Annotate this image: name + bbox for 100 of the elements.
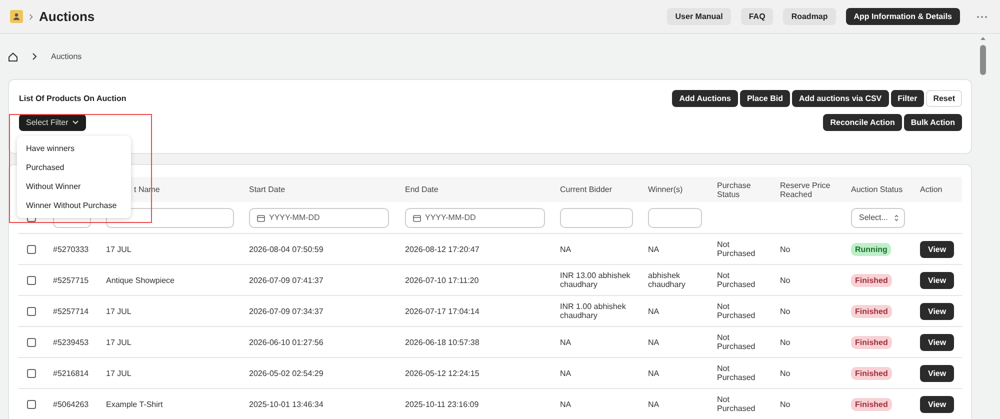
action-button[interactable]: Reset — [926, 90, 962, 107]
view-button[interactable]: View — [920, 334, 954, 350]
action-button[interactable]: Filter — [890, 90, 924, 107]
table-cell-text: Not Purchased — [717, 333, 756, 351]
column-header: Auction Status — [851, 185, 904, 194]
action-button[interactable]: Add auctions via CSV — [792, 90, 889, 107]
table-cell-text: INR 1.00 abhishek chaudhary — [560, 302, 627, 320]
row-checkbox[interactable] — [27, 400, 36, 408]
table-cell-text: NA — [648, 306, 660, 316]
table-cell-text: NA — [648, 338, 660, 346]
table-cell-text: Antique Showpiece — [106, 276, 176, 284]
table-cell-text: #5216814 — [53, 368, 90, 378]
status-badge: Running — [851, 242, 892, 256]
action-button[interactable]: Add Auctions — [672, 90, 738, 107]
table-cell-text: Not Purchased — [717, 364, 756, 382]
menu-item[interactable]: Without Winner — [17, 177, 131, 196]
table-cell-text: 2026-07-09 07:34:37 — [249, 306, 324, 316]
winner-filter-field[interactable] — [648, 208, 702, 228]
select-filter-button[interactable]: Select Filter — [19, 114, 86, 131]
table-cell-text: 17 JUL — [106, 306, 132, 316]
table-cell-text: 2026-05-12 12:24:15 — [405, 368, 480, 378]
table-cell-text: 2026-06-10 01:27:56 — [249, 338, 324, 346]
table-cell-text: 2026-06-18 10:57:38 — [405, 338, 480, 346]
view-button[interactable]: View — [920, 396, 954, 412]
table-cell-text: NA — [560, 244, 572, 254]
column-header: Current Bidder — [560, 185, 614, 194]
table-cell-text: #5239453 — [53, 338, 90, 346]
table-cell-text: abhishek chaudhary — [648, 271, 686, 289]
table-cell-text: NA — [560, 400, 572, 408]
row-checkbox[interactable] — [27, 306, 36, 316]
view-button[interactable]: View — [920, 272, 954, 288]
table-cell-text: #5257715 — [53, 276, 90, 284]
table-cell-text: No — [780, 338, 792, 346]
table-cell-text: 2025-10-11 23:16:09 — [405, 400, 480, 408]
row-checkbox[interactable] — [27, 338, 36, 346]
table-cell-text: INR 13.00 abhishek chaudhary — [560, 271, 632, 289]
status-badge: Finished — [851, 304, 892, 318]
table-cell-text: 17 JUL — [106, 368, 132, 378]
action-button[interactable]: Reconcile Action — [823, 114, 902, 131]
table-cell-text: No — [780, 400, 792, 408]
table-cell-text: Example T-Shirt — [106, 400, 164, 408]
status-select[interactable]: Select... — [851, 208, 905, 228]
table-cell-text: No — [780, 276, 792, 284]
table-cell-text: NA — [560, 338, 572, 346]
view-button[interactable]: View — [920, 364, 954, 382]
view-button[interactable]: View — [920, 302, 954, 320]
home-icon[interactable] — [8, 52, 18, 62]
table-cell-text: 2026-08-04 07:50:59 — [249, 244, 324, 254]
date-filter-field[interactable]: YYYY-MM-DD — [405, 208, 545, 228]
table-cell-text: No — [780, 306, 792, 316]
table-cell-text: 17 JUL — [106, 244, 132, 254]
row-checkbox[interactable] — [27, 276, 36, 284]
table-cell-text: No — [780, 244, 792, 254]
calendar-icon — [257, 214, 265, 222]
page-title: Auctions — [39, 9, 95, 24]
status-badge: Finished — [851, 336, 892, 348]
date-filter-field[interactable]: YYYY-MM-DD — [249, 208, 389, 228]
action-button[interactable]: Place Bid — [740, 90, 790, 107]
status-badge: Finished — [851, 398, 892, 410]
table-cell-text: Not Purchased — [717, 240, 756, 258]
breadcrumb-current: Auctions — [51, 52, 82, 61]
column-header: Purchase Status — [717, 180, 752, 198]
table-cell-text: #5257714 — [53, 306, 90, 316]
menu-item[interactable]: Have winners — [17, 139, 131, 158]
table-cell-text: NA — [648, 244, 660, 254]
sort-arrows-icon — [894, 214, 899, 222]
column-header: Action — [920, 185, 944, 194]
header-button[interactable]: App Information & Details — [846, 8, 960, 25]
table-cell-text: 17 JUL — [106, 338, 132, 346]
action-button[interactable]: Bulk Action — [904, 114, 962, 131]
chevron-icon — [29, 14, 33, 20]
more-icon[interactable] — [976, 14, 988, 18]
card-title: List Of Products On Auction — [19, 94, 128, 103]
menu-item[interactable]: Purchased — [17, 158, 131, 177]
table-cell-text: #5270333 — [53, 244, 90, 254]
table-cell-text: #5064263 — [53, 400, 90, 408]
table-cell-text: Not Purchased — [717, 271, 756, 289]
chevron-down-icon — [72, 120, 80, 125]
header-button[interactable]: Roadmap — [783, 8, 836, 25]
table-cell-text: Not Purchased — [717, 395, 756, 413]
table-cell-text: 2025-10-01 13:46:34 — [249, 400, 324, 408]
table-cell-text: NA — [648, 368, 660, 378]
table-cell-text: NA — [648, 400, 660, 408]
header-button[interactable]: FAQ — [740, 8, 774, 25]
row-checkbox[interactable] — [27, 244, 36, 254]
app-logo-icon — [10, 10, 23, 23]
table-cell-text: 2026-07-10 17:11:20 — [405, 276, 480, 284]
table-cell-text: 2026-08-12 17:20:47 — [405, 244, 480, 254]
row-checkbox[interactable] — [27, 368, 36, 378]
view-button[interactable]: View — [920, 240, 954, 258]
table-cell-text: NA — [560, 368, 572, 378]
bidder-filter-field[interactable] — [560, 208, 633, 228]
table-cell-text: 2026-05-02 02:54:29 — [249, 368, 324, 378]
column-header: End Date — [405, 185, 440, 194]
status-badge: Finished — [851, 366, 892, 380]
chevron-icon — [32, 53, 37, 60]
column-header: Winner(s) — [648, 185, 684, 194]
menu-item[interactable]: Winner Without Purchase — [17, 196, 131, 215]
header-button[interactable]: User Manual — [667, 8, 731, 25]
column-header: Reserve Price Reached — [780, 180, 832, 198]
